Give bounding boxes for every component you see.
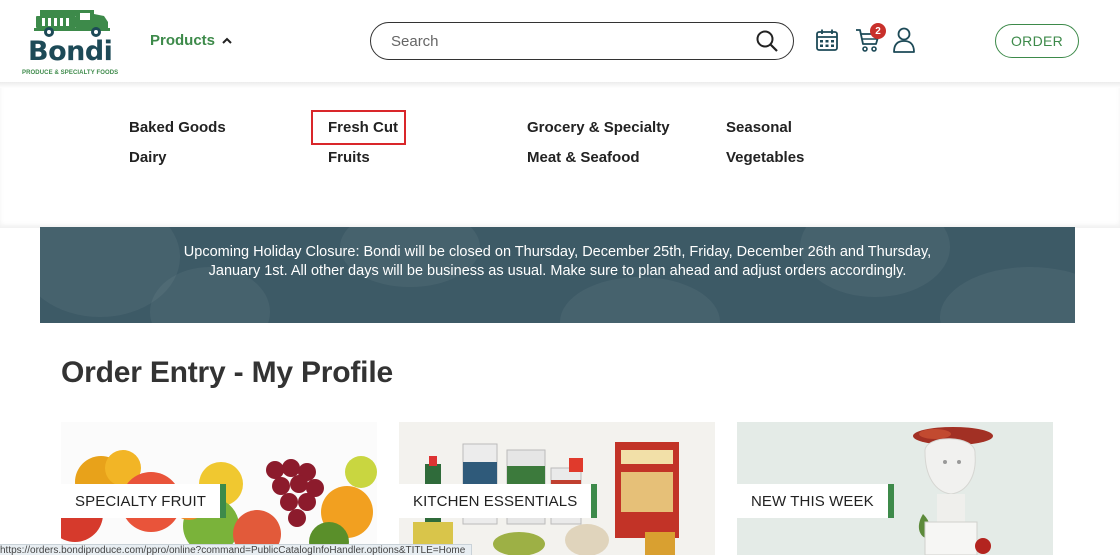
- logo-tagline: PRODUCE & SPECIALTY FOODS: [22, 70, 119, 76]
- menu-item-baked-goods[interactable]: Baked Goods: [129, 119, 226, 136]
- menu-item-vegetables[interactable]: Vegetables: [726, 149, 804, 166]
- page-title: Order Entry - My Profile: [61, 356, 393, 389]
- category-card-new-this-week[interactable]: NEW THIS WEEK: [737, 422, 1053, 555]
- menu-item-meat-seafood[interactable]: Meat & Seafood: [527, 149, 640, 166]
- card-label: NEW THIS WEEK: [737, 484, 894, 518]
- logo-wordmark: Bondi: [28, 36, 113, 67]
- cart-count-badge: 2: [870, 23, 886, 39]
- link-status-bar: https://orders.bondiproduce.com/ppro/onl…: [0, 544, 473, 555]
- menu-item-fruits[interactable]: Fruits: [328, 149, 370, 166]
- holiday-closure-text: Upcoming Holiday Closure: Bondi will be …: [183, 244, 932, 279]
- menu-item-dairy[interactable]: Dairy: [129, 149, 167, 166]
- products-menu-toggle[interactable]: Products: [150, 32, 233, 49]
- menu-item-seasonal[interactable]: Seasonal: [726, 119, 792, 136]
- bondi-logo[interactable]: Bondi PRODUCE & SPECIALTY FOODS: [20, 4, 124, 78]
- chevron-up-icon: [222, 37, 232, 44]
- card-label: SPECIALTY FRUIT: [61, 484, 226, 518]
- search-icon[interactable]: [755, 29, 779, 53]
- search-box: [370, 22, 794, 60]
- category-card-kitchen-essentials[interactable]: KITCHEN ESSENTIALS: [399, 422, 715, 555]
- site-header: Bondi PRODUCE & SPECIALTY FOODS Products…: [0, 0, 1120, 82]
- order-button[interactable]: ORDER: [995, 24, 1079, 58]
- menu-item-grocery-specialty[interactable]: Grocery & Specialty: [527, 119, 670, 136]
- truck-icon: [34, 10, 110, 37]
- highlight-box: [311, 110, 406, 145]
- products-label: Products: [150, 32, 216, 49]
- search-input[interactable]: [391, 32, 751, 50]
- card-label: KITCHEN ESSENTIALS: [399, 484, 598, 518]
- category-card-specialty-fruit[interactable]: SPECIALTY FRUIT: [61, 422, 377, 555]
- holiday-closure-banner: Upcoming Holiday Closure: Bondi will be …: [40, 227, 1075, 323]
- calendar-icon[interactable]: [815, 28, 839, 52]
- user-account-icon[interactable]: [892, 27, 916, 53]
